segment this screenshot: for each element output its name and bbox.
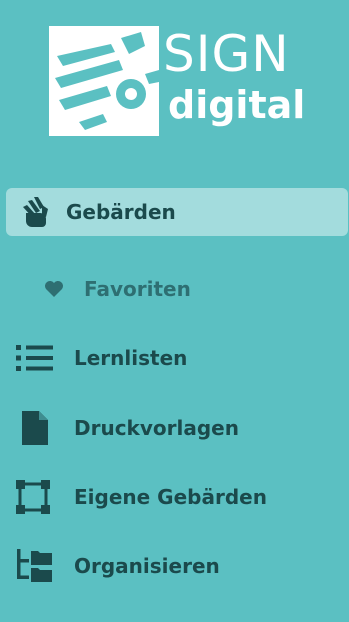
signing-hands-icon (6, 188, 66, 236)
nav-label: Eigene Gebärden (74, 485, 267, 509)
file-icon (6, 404, 74, 452)
logo[interactable]: SIGN digital (49, 25, 306, 138)
nav-item-organisieren[interactable]: Organisieren (6, 542, 348, 590)
nav-label: Druckvorlagen (74, 416, 239, 440)
heart-icon (6, 265, 84, 313)
list-icon (6, 334, 74, 382)
nav-item-lernlisten[interactable]: Lernlisten (6, 334, 348, 382)
hand-logo-icon (49, 26, 159, 136)
nav-item-druckvorlagen[interactable]: Druckvorlagen (6, 404, 348, 452)
nav-item-gebaerden[interactable]: Gebärden (6, 188, 348, 236)
nav-label: Gebärden (66, 200, 176, 224)
vector-square-icon (6, 473, 74, 521)
folder-tree-icon (6, 542, 74, 590)
logo-word-digital: digital (168, 83, 306, 127)
nav-label: Organisieren (74, 554, 220, 578)
logo-word-sign: SIGN (163, 25, 290, 83)
nav-item-favoriten[interactable]: Favoriten (6, 265, 348, 313)
nav-label: Favoriten (84, 277, 191, 301)
nav-item-eigene-gebaerden[interactable]: Eigene Gebärden (6, 473, 348, 521)
nav-label: Lernlisten (74, 346, 188, 370)
sidebar: SIGN digital Gebärden Favoriten Lernlist… (0, 0, 349, 622)
